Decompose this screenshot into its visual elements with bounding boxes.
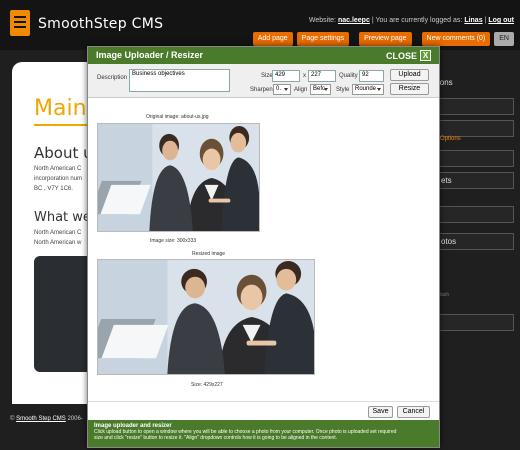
footer-text: 2006- [67, 416, 83, 422]
sharpen-value: 0. [276, 86, 282, 92]
sidebar-title: ions [438, 78, 453, 87]
sidebar-item[interactable] [428, 150, 514, 167]
sidebar-item[interactable] [428, 120, 514, 137]
about-line: North American C [34, 166, 82, 172]
footer-link[interactable]: Smooth Step CMS [16, 416, 66, 422]
style-value: Rounde [355, 86, 377, 92]
resized-image-size: Size: 429x227 [191, 382, 223, 388]
content-image [34, 256, 94, 372]
uploader-toolbar: Description Business objectives Size 429… [88, 64, 439, 98]
save-button[interactable]: Save [368, 406, 393, 418]
dialog-header: Image Uploader / Resizer CLOSE X [88, 47, 439, 64]
logged-as-label: | You are currently logged as: [371, 17, 463, 24]
website-link[interactable]: nac.leepc [338, 17, 370, 24]
original-image-size: Image size: 300x333 [150, 238, 197, 244]
width-input[interactable]: 429 [272, 70, 300, 82]
close-label[interactable]: CLOSE [386, 51, 417, 61]
footer: © Smooth Step CMS 2006- [10, 416, 83, 422]
new-comments-button[interactable]: New comments (0) [421, 32, 491, 46]
chevron-down-icon [284, 88, 288, 91]
resized-image-caption: Resized image [192, 251, 226, 257]
sidebar-item-photos[interactable]: otos [428, 233, 514, 250]
about-heading: About u [34, 144, 93, 162]
copyright-symbol: © [10, 416, 15, 422]
add-page-button[interactable]: Add page [252, 32, 293, 46]
separator: | [484, 17, 487, 24]
help-text: size and click "resize" button to resize… [94, 435, 338, 441]
align-label: Align [294, 87, 308, 93]
description-label: Description [97, 75, 128, 81]
user-status: Website: nac.leepc | You are currently l… [309, 17, 514, 24]
original-image [97, 123, 260, 232]
cancel-button[interactable]: Cancel [397, 406, 430, 418]
about-line: incorporation num [34, 176, 83, 182]
help-panel: Image uploader and resizer Click upload … [88, 420, 439, 447]
image-preview-area: Original image: about-us.jpg Image size:… [88, 99, 439, 401]
original-image-caption: Original image: about-us.jpg [146, 114, 209, 120]
dialog-actions: Save Cancel [88, 401, 439, 419]
close-icon[interactable]: X [420, 50, 431, 61]
size-label: Size [261, 73, 273, 79]
style-select[interactable]: Rounde [352, 84, 384, 95]
sidebar-flash-note: lash [440, 292, 450, 298]
language-button[interactable]: EN [494, 32, 514, 46]
what-heading: What we [34, 210, 91, 225]
resized-image [97, 259, 315, 375]
sidebar-item[interactable] [428, 314, 514, 331]
sidebar-item[interactable] [428, 206, 514, 223]
sharpen-select[interactable]: 0. [273, 84, 291, 95]
header-toolbar: Add page Page settings Preview page New … [252, 32, 514, 46]
sharpen-label: Sharpen [250, 87, 273, 93]
top-header: SmoothStep CMS Website: nac.leepc | You … [0, 0, 520, 50]
quality-input[interactable]: 92 [359, 70, 384, 82]
align-select[interactable]: Befc [310, 84, 331, 95]
quality-label: Quality [339, 73, 358, 79]
user-link[interactable]: Linas [464, 17, 482, 24]
style-label: Style [336, 87, 350, 93]
main-heading: Main [34, 96, 87, 121]
logout-link[interactable]: Log out [488, 17, 514, 24]
options-link[interactable]: Options [440, 136, 461, 142]
sidebar-item[interactable] [428, 98, 514, 115]
about-line: BC , V7Y 1C6. [34, 186, 73, 192]
page-settings-button[interactable]: Page settings [296, 32, 350, 46]
what-line: North American C [34, 230, 82, 236]
website-label: Website: [308, 17, 336, 24]
preview-page-button[interactable]: Preview page [359, 32, 412, 46]
chevron-down-icon [377, 88, 381, 91]
upload-button[interactable]: Upload [390, 69, 429, 81]
height-input[interactable]: 227 [308, 70, 336, 82]
heading-underline [34, 124, 94, 126]
chevron-down-icon [324, 88, 328, 91]
size-x-label: x [303, 73, 306, 79]
close-button[interactable]: CLOSE X [386, 50, 431, 61]
image-uploader-dialog: Image Uploader / Resizer CLOSE X Descrip… [87, 46, 440, 448]
logo-icon [10, 10, 30, 36]
sidebar-item-sets[interactable]: ets [428, 172, 514, 189]
resize-button[interactable]: Resize [390, 83, 429, 95]
description-input[interactable]: Business objectives [129, 69, 230, 92]
logo-text: SmoothStep CMS [38, 16, 164, 32]
dialog-title: Image Uploader / Resizer [96, 50, 204, 60]
what-line: North American w [34, 240, 82, 246]
